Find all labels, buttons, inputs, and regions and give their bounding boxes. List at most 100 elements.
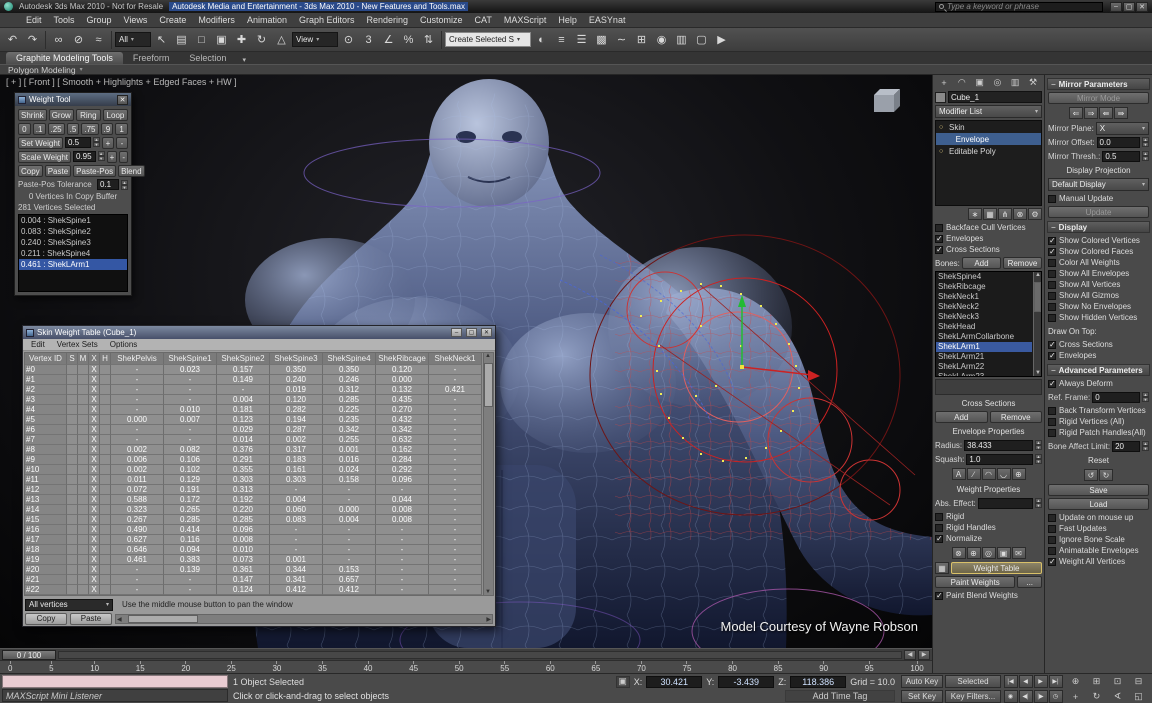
mirror-paste-blue-to-green-verts-icon[interactable]: ⇛: [1114, 107, 1128, 119]
y-coord-field[interactable]: -3.439: [718, 676, 774, 688]
layer-manager-icon[interactable]: ☰: [572, 30, 591, 49]
selection-lock-icon[interactable]: ▣: [616, 676, 630, 688]
include-vertices-icon[interactable]: ⊕: [967, 547, 981, 559]
scale-weight-button[interactable]: Scale Weight: [18, 151, 71, 163]
rectangular-selection-region-icon[interactable]: □: [192, 30, 211, 49]
weight-list-item[interactable]: 0.211 : ShekSpine4: [19, 248, 127, 259]
weight-tool-dialog[interactable]: Weight Tool ✕ ShrinkGrowRingLoop 0.1.25.…: [14, 92, 132, 296]
paint-options-button[interactable]: ...: [1017, 576, 1042, 588]
menu-item[interactable]: Views: [118, 14, 154, 26]
checkbox-row[interactable]: Show All Envelopes: [1048, 268, 1149, 279]
go-to-end-icon[interactable]: ▶|: [1049, 675, 1063, 688]
checkbox-row[interactable]: Rigid Handles: [935, 522, 1042, 533]
make-unique-icon[interactable]: ⋔: [998, 208, 1012, 220]
ribbon-tab[interactable]: Selection: [179, 52, 236, 64]
modifier-stack-item[interactable]: ○ Skin: [936, 121, 1041, 133]
viewport-front[interactable]: [ + ] [ Front ] [ Smooth + Highlights + …: [0, 75, 932, 648]
motion-tab-icon[interactable]: ◎: [990, 77, 1004, 88]
update-button[interactable]: Update: [1048, 206, 1149, 218]
mirror-paste-green-to-blue-bones-icon[interactable]: ⇐: [1069, 107, 1083, 119]
table-row[interactable]: #11 X 0.011 0.129 0.303 0.303 0.158 0.09…: [25, 475, 482, 485]
bone-list-item[interactable]: ShekLArm23: [936, 372, 1032, 377]
menu-item[interactable]: Modifiers: [192, 14, 241, 26]
weight-grow-shrink-button[interactable]: Ring: [76, 109, 101, 121]
percent-snap-icon[interactable]: %: [399, 30, 418, 49]
falloff-fast-icon[interactable]: ◡: [997, 468, 1011, 480]
graphite-ribbon-toggle-icon[interactable]: ▩: [592, 30, 611, 49]
table-row[interactable]: #9 X 0.006 0.106 0.291 0.183 0.016 0.284…: [25, 455, 482, 465]
add-weight-button[interactable]: +: [102, 137, 114, 149]
maximize-button[interactable]: ▢: [1123, 2, 1135, 12]
ribbon-more-arrow-icon[interactable]: ▾: [242, 56, 246, 64]
column-header[interactable]: ShekRibcage: [376, 353, 429, 365]
checkbox-row[interactable]: Rigid: [935, 511, 1042, 522]
menu-item[interactable]: Graph Editors: [293, 14, 361, 26]
weight-table-button[interactable]: Weight Table: [951, 562, 1042, 574]
spinner-icon[interactable]: [1142, 137, 1149, 147]
checkbox-row[interactable]: Cross Sections: [935, 244, 1042, 255]
modifier-enabled-icon[interactable]: ○: [939, 148, 946, 155]
unlink-selection-icon[interactable]: ⊘: [69, 30, 88, 49]
reference-coordinate-dropdown[interactable]: View: [292, 32, 338, 47]
previous-key-icon[interactable]: ◀|: [1019, 690, 1033, 703]
set-weight-field[interactable]: 0.5: [65, 137, 91, 148]
bone-list-item[interactable]: ShekNeck1: [936, 292, 1032, 302]
menu-item[interactable]: Edit: [20, 14, 48, 26]
mirror-paste-blue-to-green-bones-icon[interactable]: ⇒: [1084, 107, 1098, 119]
selection-filter-dropdown[interactable]: All: [115, 32, 151, 47]
column-header[interactable]: S: [67, 353, 78, 365]
bone-affect-limit-field[interactable]: 20: [1112, 441, 1140, 452]
curve-editor-icon[interactable]: ∼: [612, 30, 631, 49]
bone-list-item[interactable]: ShekLArm21: [936, 352, 1032, 362]
rollout-header-mirror-parameters[interactable]: Mirror Parameters: [1047, 78, 1150, 90]
modifier-stack-item[interactable]: Envelope: [936, 133, 1041, 145]
bone-list-item[interactable]: ShekNeck2: [936, 302, 1032, 312]
weight-tool-titlebar[interactable]: Weight Tool ✕: [15, 93, 131, 106]
spinner-icon[interactable]: [1035, 440, 1042, 450]
schematic-view-icon[interactable]: ⊞: [632, 30, 651, 49]
ribbon-tab[interactable]: Freeform: [123, 52, 180, 64]
modifier-enabled-icon[interactable]: ○: [939, 124, 946, 131]
modify-tab-icon[interactable]: ◠: [955, 77, 969, 88]
angle-snap-icon[interactable]: ∠: [379, 30, 398, 49]
zoom-region-icon[interactable]: ⊟: [1129, 675, 1149, 688]
ref-frame-field[interactable]: 0: [1092, 392, 1140, 403]
menu-item[interactable]: EASYnat: [583, 14, 632, 26]
menu-item[interactable]: Customize: [414, 14, 469, 26]
modifier-stack[interactable]: ○ Skin Envelope ○ Editable Poly: [935, 120, 1042, 206]
ribbon-tab[interactable]: Graphite Modeling Tools: [6, 52, 123, 64]
menu-item[interactable]: Tools: [48, 14, 81, 26]
go-to-start-icon[interactable]: |◀: [1004, 675, 1018, 688]
checkbox-row[interactable]: Show Colored Vertices: [1048, 235, 1149, 246]
subtract-weight-button[interactable]: -: [116, 137, 128, 149]
minimize-icon[interactable]: –: [451, 328, 462, 337]
table-row[interactable]: #8 X 0.002 0.082 0.376 0.317 0.001 0.162…: [25, 445, 482, 455]
next-frame-arrow-icon[interactable]: ▶: [918, 650, 930, 660]
play-animation-icon[interactable]: ▶: [1034, 675, 1048, 688]
select-by-name-icon[interactable]: ▤: [172, 30, 191, 49]
weight-preset-button[interactable]: 0: [18, 123, 31, 135]
spinner-snap-icon[interactable]: ⇅: [419, 30, 438, 49]
key-filter-selected-dropdown[interactable]: Selected: [945, 675, 1001, 688]
checkbox-row[interactable]: Color All Weights: [1048, 257, 1149, 268]
bone-list-item[interactable]: ShekRibcage: [936, 282, 1032, 292]
maximize-viewport-toggle-icon[interactable]: ◱: [1129, 690, 1149, 703]
spinner-icon[interactable]: [98, 151, 105, 163]
help-search-input[interactable]: Type a keyword or phrase: [935, 2, 1103, 12]
checkbox-row[interactable]: Show No Envelopes: [1048, 301, 1149, 312]
table-row[interactable]: #4 X - 0.010 0.181 0.282 0.225 0.270 -: [25, 405, 482, 415]
next-key-icon[interactable]: |▶: [1034, 690, 1048, 703]
configure-modifier-sets-icon[interactable]: ⚙: [1028, 208, 1042, 220]
zoom-all-icon[interactable]: ⊞: [1087, 675, 1107, 688]
bone-list-item[interactable]: ShekNeck3: [936, 312, 1032, 322]
x-coord-field[interactable]: 30.421: [646, 676, 702, 688]
bone-list-item[interactable]: ShekHead: [936, 322, 1032, 332]
squash-field[interactable]: 1.0: [966, 454, 1033, 465]
spinner-icon[interactable]: [1035, 498, 1042, 508]
absolute-effect-toggle-icon[interactable]: A: [952, 468, 966, 480]
table-row[interactable]: #22 X - - 0.124 0.412 0.412 - -: [25, 585, 482, 595]
table-row[interactable]: #3 X - - 0.004 0.120 0.285 0.435 -: [25, 395, 482, 405]
weight-preset-button[interactable]: .25: [48, 123, 65, 135]
spinner-icon[interactable]: [1142, 392, 1149, 402]
column-header[interactable]: ShekSpine3: [270, 353, 323, 365]
